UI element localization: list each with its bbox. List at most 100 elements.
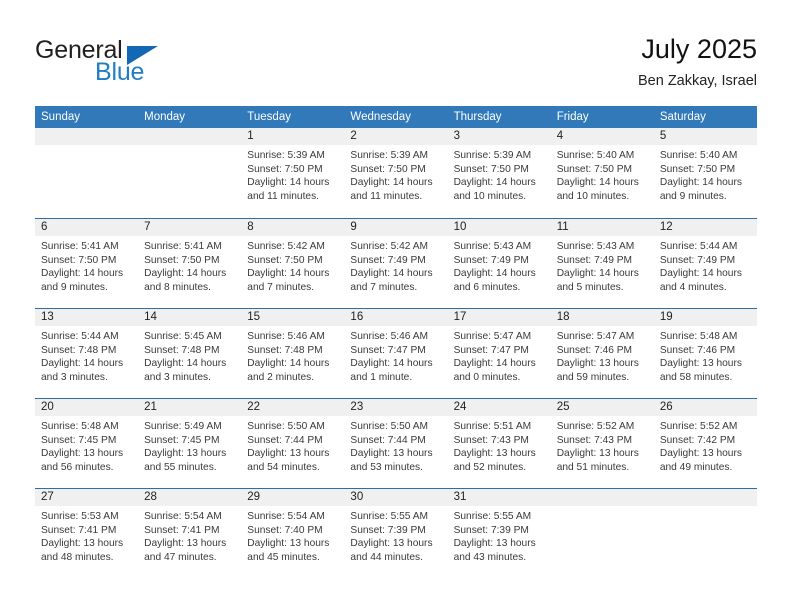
daylight-text: Daylight: 14 hours and 7 minutes.	[247, 268, 330, 293]
calendar-day-cell[interactable]: 15 Sunrise: 5:46 AM Sunset: 7:48 PM Dayligh…	[241, 309, 345, 398]
calendar-day-cell[interactable]: 4 Sunrise: 5:40 AM Sunset: 7:50 PM Daylight…	[550, 128, 654, 218]
day-details: Sunrise: 5:41 AM Sunset: 7:50 PM Daylight:…	[138, 236, 241, 294]
day-number: 19	[653, 309, 757, 326]
calendar-day-cell[interactable]: 25 Sunrise: 5:52 AM Sunset: 7:43 PM Dayligh…	[550, 399, 654, 488]
sunrise-text: Sunrise: 5:55 AM	[350, 511, 429, 522]
calendar-day-cell[interactable]: 6 Sunrise: 5:41 AM Sunset: 7:50 PM Daylight…	[35, 219, 139, 308]
day-number: 7	[138, 219, 242, 236]
day-number: 13	[35, 309, 139, 326]
calendar-day-cell[interactable]: 8 Sunrise: 5:42 AM Sunset: 7:50 PM Daylight…	[241, 219, 345, 308]
day-number: 16	[344, 309, 448, 326]
sunrise-text: Sunrise: 5:42 AM	[247, 241, 325, 252]
daylight-text: Daylight: 13 hours and 49 minutes.	[659, 448, 742, 473]
sunset-text: Sunset: 7:47 PM	[350, 344, 426, 356]
sunrise-text: Sunrise: 5:39 AM	[247, 150, 325, 161]
day-details: Sunrise: 5:43 AM Sunset: 7:49 PM Daylight:…	[448, 236, 551, 294]
sunrise-text: Sunrise: 5:44 AM	[41, 331, 119, 342]
day-details: Sunrise: 5:54 AM Sunset: 7:40 PM Daylight:…	[241, 506, 344, 564]
day-number: 15	[241, 309, 345, 326]
calendar-day-cell[interactable]: 27 Sunrise: 5:53 AM Sunset: 7:41 PM Dayligh…	[35, 489, 139, 578]
daylight-text: Daylight: 14 hours and 3 minutes.	[144, 358, 227, 383]
day-details: Sunrise: 5:46 AM Sunset: 7:47 PM Daylight:…	[344, 326, 447, 384]
calendar-day-cell[interactable]: 23 Sunrise: 5:50 AM Sunset: 7:44 PM Dayligh…	[344, 399, 448, 488]
sunset-text: Sunset: 7:46 PM	[556, 344, 633, 356]
sunrise-text: Sunrise: 5:46 AM	[350, 331, 429, 342]
sunrise-text: Sunrise: 5:48 AM	[41, 421, 119, 432]
day-details: Sunrise: 5:41 AM Sunset: 7:50 PM Daylight:…	[35, 236, 138, 294]
weekday-header-wednesday: Wednesday	[350, 111, 411, 123]
calendar-day-cell[interactable]: 3 Sunrise: 5:39 AM Sunset: 7:50 PM Daylight…	[447, 128, 551, 218]
day-number: 23	[344, 399, 448, 416]
sunset-text: Sunset: 7:39 PM	[350, 524, 426, 536]
general-blue-logo[interactable]: General Blue	[35, 36, 265, 94]
calendar-day-cell[interactable]: 24 Sunrise: 5:51 AM Sunset: 7:43 PM Dayligh…	[447, 399, 551, 488]
sunrise-text: Sunrise: 5:41 AM	[41, 241, 119, 252]
calendar-day-cell[interactable]: 29 Sunrise: 5:54 AM Sunset: 7:40 PM Dayligh…	[241, 489, 345, 578]
calendar-day-cell[interactable]: 19 Sunrise: 5:48 AM Sunset: 7:46 PM Dayligh…	[653, 309, 757, 398]
sunset-text: Sunset: 7:49 PM	[350, 254, 426, 266]
calendar-day-cell[interactable]: 26 Sunrise: 5:52 AM Sunset: 7:42 PM Dayligh…	[653, 399, 757, 488]
daylight-text: Daylight: 13 hours and 58 minutes.	[659, 358, 742, 383]
calendar-day-cell[interactable]: 11 Sunrise: 5:43 AM Sunset: 7:49 PM Dayligh…	[550, 219, 654, 308]
day-number: 18	[550, 309, 654, 326]
calendar-day-cell[interactable]: 1 Sunrise: 5:39 AM Sunset: 7:50 PM Daylight…	[241, 128, 345, 218]
day-number: 26	[653, 399, 757, 416]
calendar-day-cell[interactable]: 21 Sunrise: 5:49 AM Sunset: 7:45 PM Dayligh…	[138, 399, 242, 488]
sunrise-text: Sunrise: 5:47 AM	[453, 331, 532, 342]
day-details: Sunrise: 5:55 AM Sunset: 7:39 PM Daylight:…	[344, 506, 447, 564]
day-details: Sunrise: 5:53 AM Sunset: 7:41 PM Daylight:…	[35, 506, 138, 564]
calendar-day-cell[interactable]: 5 Sunrise: 5:40 AM Sunset: 7:50 PM Daylight…	[653, 128, 757, 218]
day-details: Sunrise: 5:39 AM Sunset: 7:50 PM Daylight:…	[448, 145, 551, 203]
daylight-text: Daylight: 14 hours and 11 minutes.	[350, 177, 433, 202]
weekday-header-monday: Monday	[144, 111, 186, 123]
day-number: 25	[550, 399, 654, 416]
calendar-day-cell[interactable]: 10 Sunrise: 5:43 AM Sunset: 7:49 PM Dayligh…	[447, 219, 551, 308]
sunrise-text: Sunrise: 5:54 AM	[144, 511, 222, 522]
day-number: 2	[344, 128, 448, 145]
sunrise-text: Sunrise: 5:50 AM	[350, 421, 429, 432]
sunrise-text: Sunrise: 5:54 AM	[247, 511, 325, 522]
sunset-text: Sunset: 7:50 PM	[144, 254, 220, 266]
page-subtitle: Ben Zakkay, Israel	[637, 73, 757, 89]
calendar-day-cell[interactable]: 2 Sunrise: 5:39 AM Sunset: 7:50 PM Daylight…	[344, 128, 448, 218]
calendar-day-cell[interactable]: 9 Sunrise: 5:42 AM Sunset: 7:49 PM Daylight…	[344, 219, 448, 308]
daylight-text: Daylight: 14 hours and 3 minutes.	[41, 358, 124, 383]
sunset-text: Sunset: 7:46 PM	[659, 344, 736, 356]
day-number	[35, 128, 139, 145]
sunset-text: Sunset: 7:50 PM	[247, 163, 323, 175]
daylight-text: Daylight: 13 hours and 48 minutes.	[41, 538, 124, 563]
sunrise-text: Sunrise: 5:39 AM	[453, 150, 532, 161]
calendar-day-cell[interactable]: 30 Sunrise: 5:55 AM Sunset: 7:39 PM Dayligh…	[344, 489, 448, 578]
calendar-day-cell[interactable]: 31 Sunrise: 5:55 AM Sunset: 7:39 PM Dayligh…	[447, 489, 551, 578]
calendar-cell-empty	[35, 128, 139, 218]
day-number: 22	[241, 399, 345, 416]
calendar-day-cell[interactable]: 16 Sunrise: 5:46 AM Sunset: 7:47 PM Dayligh…	[344, 309, 448, 398]
calendar-day-cell[interactable]: 14 Sunrise: 5:45 AM Sunset: 7:48 PM Dayligh…	[138, 309, 242, 398]
calendar-day-cell[interactable]: 20 Sunrise: 5:48 AM Sunset: 7:45 PM Dayligh…	[35, 399, 139, 488]
calendar-day-cell[interactable]: 17 Sunrise: 5:47 AM Sunset: 7:47 PM Dayligh…	[447, 309, 551, 398]
sunrise-text: Sunrise: 5:40 AM	[659, 150, 738, 161]
sunrise-text: Sunrise: 5:46 AM	[247, 331, 325, 342]
day-number: 14	[138, 309, 242, 326]
calendar-day-cell[interactable]: 13 Sunrise: 5:44 AM Sunset: 7:48 PM Dayligh…	[35, 309, 139, 398]
calendar-day-cell[interactable]: 22 Sunrise: 5:50 AM Sunset: 7:44 PM Dayligh…	[241, 399, 345, 488]
daylight-text: Daylight: 13 hours and 54 minutes.	[247, 448, 330, 473]
calendar-week-row: 13 Sunrise: 5:44 AM Sunset: 7:48 PM Dayligh…	[35, 308, 757, 398]
sunrise-text: Sunrise: 5:42 AM	[350, 241, 429, 252]
sunset-text: Sunset: 7:48 PM	[144, 344, 220, 356]
calendar-day-cell[interactable]: 12 Sunrise: 5:44 AM Sunset: 7:49 PM Dayligh…	[653, 219, 757, 308]
weekday-header-row: Sunday Monday Tuesday Wednesday Thursday Frid…	[35, 106, 757, 128]
weekday-header-saturday: Saturday	[659, 111, 706, 123]
sunset-text: Sunset: 7:41 PM	[41, 524, 117, 536]
sunrise-text: Sunrise: 5:52 AM	[556, 421, 635, 432]
sunrise-text: Sunrise: 5:39 AM	[350, 150, 429, 161]
calendar-day-cell[interactable]: 7 Sunrise: 5:41 AM Sunset: 7:50 PM Daylight…	[138, 219, 242, 308]
daylight-text: Daylight: 13 hours and 44 minutes.	[350, 538, 433, 563]
day-details: Sunrise: 5:39 AM Sunset: 7:50 PM Daylight:…	[241, 145, 344, 203]
sunset-text: Sunset: 7:44 PM	[247, 434, 323, 446]
page-title: July 2025	[641, 34, 757, 64]
daylight-text: Daylight: 14 hours and 4 minutes.	[659, 268, 742, 293]
sunset-text: Sunset: 7:49 PM	[453, 254, 529, 266]
calendar-day-cell[interactable]: 18 Sunrise: 5:47 AM Sunset: 7:46 PM Dayligh…	[550, 309, 654, 398]
calendar-day-cell[interactable]: 28 Sunrise: 5:54 AM Sunset: 7:41 PM Dayligh…	[138, 489, 242, 578]
